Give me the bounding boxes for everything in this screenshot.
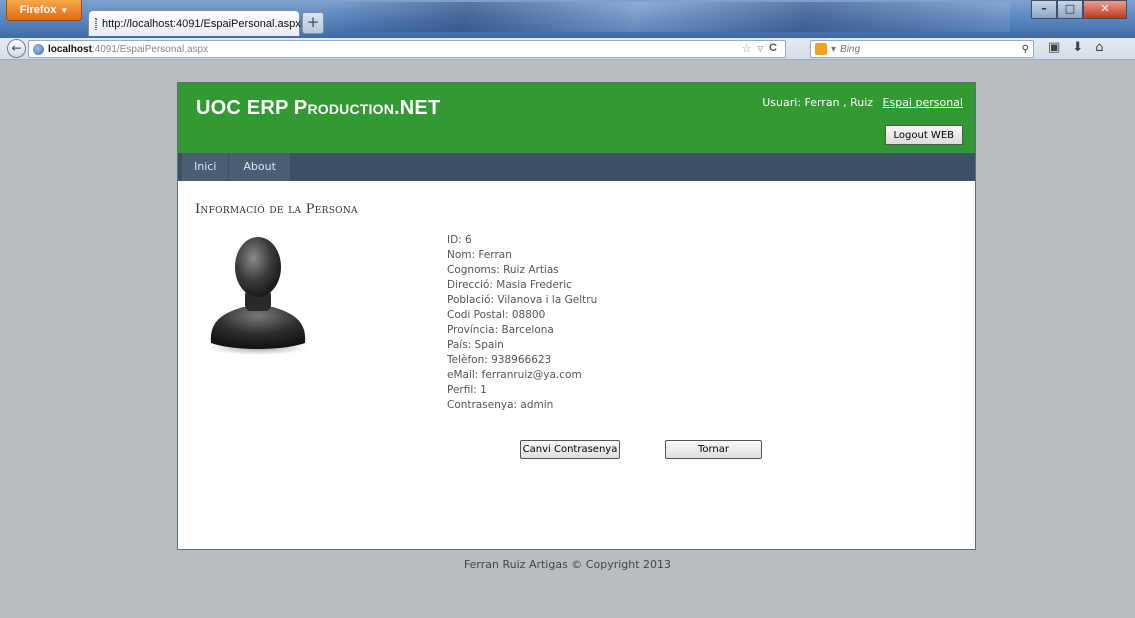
site-header: UOC ERP Production.NET Usuari: Ferran , … (178, 83, 975, 153)
close-icon[interactable]: ✕ (1083, 0, 1127, 19)
back-button[interactable]: Tornar (665, 440, 762, 459)
search-icon[interactable]: ⚲ (1022, 44, 1029, 55)
user-avatar-icon (208, 237, 308, 355)
page-container: UOC ERP Production.NET Usuari: Ferran , … (177, 82, 976, 550)
browser-tab-title: http://localhost:4091/EspaiPersonal.aspx (102, 17, 301, 30)
home-icon[interactable]: ⌂ (1095, 40, 1103, 55)
info-nom: Nom: Ferran (447, 249, 512, 261)
download-icon[interactable]: ⬇ (1072, 40, 1083, 55)
info-email: eMail: ferranruiz@ya.com (447, 369, 582, 381)
info-pais: País: Spain (447, 339, 504, 351)
info-id: ID: 6 (447, 234, 472, 246)
current-user-text: Usuari: Ferran , Ruiz (762, 96, 874, 109)
site-title: UOC ERP Production.NET (196, 97, 441, 119)
firefox-menu-label: Firefox (19, 4, 57, 16)
globe-icon (33, 43, 44, 55)
search-engine-icon[interactable] (815, 43, 827, 55)
info-poblacio: Població: Vilanova i la Geltru (447, 294, 598, 306)
reload-icon[interactable]: C (769, 42, 777, 55)
logout-button[interactable]: Logout WEB (884, 125, 963, 145)
main-menu: Inici About (178, 153, 975, 181)
firefox-menu-button[interactable]: Firefox ▼ (6, 0, 82, 21)
info-provincia: Província: Barcelona (447, 324, 554, 336)
maximize-icon[interactable]: □ (1057, 0, 1083, 19)
info-cognoms: Cognoms: Ruiz Artias (447, 264, 559, 276)
section-title: Informació de la Persona (195, 202, 358, 217)
bookmark-star-icon[interactable]: ☆ (742, 42, 752, 55)
search-bar[interactable]: ▾ Bing ⚲ (810, 40, 1034, 58)
browser-toolbar-icons: ▣ ⬇ ⌂ (1048, 40, 1103, 55)
info-codi-postal: Codi Postal: 08800 (447, 309, 546, 321)
window-controls: – □ ✕ (1031, 0, 1127, 19)
user-area: Usuari: Ferran , Ruiz Espai personal (762, 96, 963, 109)
menu-item-inici[interactable]: Inici (182, 153, 229, 181)
change-password-button[interactable]: Canvi Contrasenya (520, 440, 620, 459)
url-host: localhost (48, 43, 92, 55)
page-favicon-icon (95, 17, 97, 30)
personal-space-link[interactable]: Espai personal (883, 96, 963, 109)
browser-tab[interactable]: http://localhost:4091/EspaiPersonal.aspx (88, 10, 301, 36)
back-arrow-icon[interactable]: ← (7, 39, 26, 58)
menu-item-about[interactable]: About (229, 153, 290, 181)
history-dropdown-icon[interactable]: ▿ (758, 42, 764, 55)
url-bar[interactable]: localhost:4091/EspaiPersonal.aspx ☆ ▿ C (28, 40, 786, 58)
info-direccio: Direcció: Masia Frederic (447, 279, 572, 291)
info-telefon: Telèfon: 938966623 (447, 354, 552, 366)
chevron-down-icon: ▼ (60, 5, 69, 15)
url-text: localhost:4091/EspaiPersonal.aspx (48, 44, 208, 55)
url-path: :4091/EspaiPersonal.aspx (91, 43, 209, 55)
browser-navbar: ← localhost:4091/EspaiPersonal.aspx ☆ ▿ … (0, 38, 1135, 60)
page-footer: Ferran Ruiz Artigas © Copyright 2013 (463, 558, 672, 571)
info-contrasenya: Contrasenya: admin (447, 399, 554, 411)
search-input[interactable]: Bing (840, 44, 860, 55)
minimize-icon[interactable]: – (1031, 0, 1057, 19)
browser-titlebar: Firefox ▼ http://localhost:4091/EspaiPer… (0, 0, 1135, 38)
url-tools: ☆ ▿ C (742, 42, 777, 55)
bookmarks-menu-icon[interactable]: ▣ (1048, 40, 1060, 55)
new-tab-button[interactable]: + (302, 12, 324, 34)
person-info: ID: 6 Nom: Ferran Cognoms: Ruiz Artias D… (447, 233, 597, 413)
info-perfil: Perfil: 1 (447, 384, 487, 396)
search-engine-dropdown-icon[interactable]: ▾ (831, 44, 836, 55)
